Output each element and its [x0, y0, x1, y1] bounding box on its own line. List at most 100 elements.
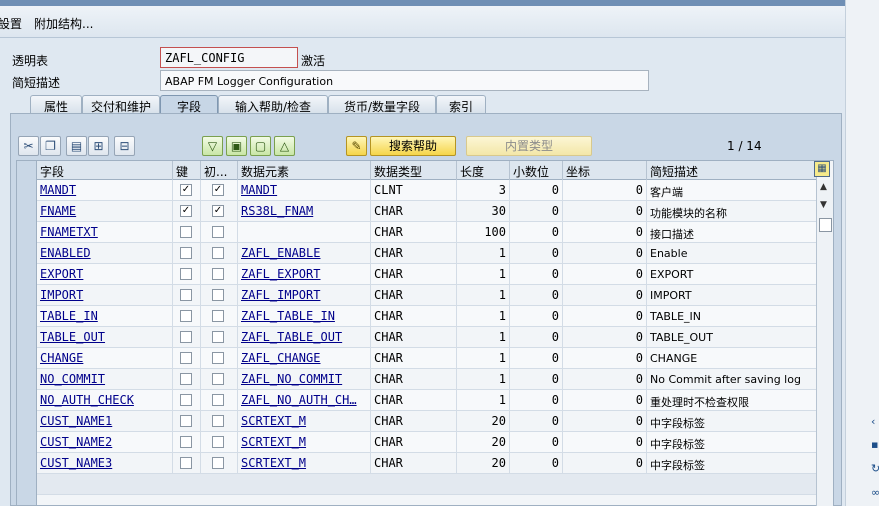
link-icon[interactable]: ∞	[871, 486, 879, 499]
tab-delivery[interactable]: 交付和维护	[82, 95, 160, 114]
field-name-cell[interactable]: CUST_NAME3	[37, 453, 173, 474]
initial-checkbox[interactable]	[212, 289, 224, 301]
data-element-cell[interactable]: ZAFL_CHANGE	[238, 348, 371, 369]
data-element-cell[interactable]: ZAFL_IMPORT	[238, 285, 371, 306]
short-desc-field[interactable]: ABAP FM Logger Configuration	[160, 70, 649, 91]
key-checkbox[interactable]	[180, 268, 192, 280]
field-name-cell[interactable]: FNAME	[37, 201, 173, 222]
key-checkbox[interactable]	[180, 226, 192, 238]
tab-attributes[interactable]: 属性	[30, 95, 82, 114]
select-all-icon[interactable]: ▣	[226, 136, 247, 156]
row-selector[interactable]	[17, 201, 37, 222]
grid-config-icon[interactable]: ▦	[814, 161, 830, 177]
key-checkbox[interactable]	[180, 331, 192, 343]
col-initial[interactable]: 初...	[201, 161, 238, 180]
tab-fields[interactable]: 字段	[160, 95, 218, 114]
key-checkbox[interactable]: ✓	[180, 205, 192, 217]
col-key[interactable]: 键	[173, 161, 201, 180]
initial-checkbox[interactable]	[212, 373, 224, 385]
row-selector[interactable]	[17, 243, 37, 264]
up-icon[interactable]: △	[274, 136, 295, 156]
field-name-cell[interactable]: FNAMETXT	[37, 222, 173, 243]
data-element-cell[interactable]: ZAFL_NO_COMMIT	[238, 369, 371, 390]
col-decimals[interactable]: 小数位	[510, 161, 563, 180]
initial-checkbox[interactable]: ✓	[212, 205, 224, 217]
data-element-cell[interactable]: SCRTEXT_M	[238, 453, 371, 474]
copy-icon[interactable]: ❐	[40, 136, 61, 156]
tab-indexes[interactable]: 索引	[436, 95, 486, 114]
row-selector[interactable]	[17, 264, 37, 285]
menu-settings[interactable]: 設置	[0, 15, 22, 32]
field-name-cell[interactable]: MANDT	[37, 180, 173, 201]
data-element-cell[interactable]	[238, 222, 371, 243]
col-data-type[interactable]: 数据类型	[371, 161, 457, 180]
scroll-up-icon[interactable]: ▲	[820, 182, 827, 192]
field-name-cell[interactable]: CUST_NAME1	[37, 411, 173, 432]
row-selector[interactable]	[17, 474, 37, 495]
key-checkbox[interactable]	[180, 436, 192, 448]
data-element-cell[interactable]: SCRTEXT_M	[238, 411, 371, 432]
initial-checkbox[interactable]	[212, 268, 224, 280]
data-element-cell[interactable]: SCRTEXT_M	[238, 432, 371, 453]
key-checkbox[interactable]	[180, 247, 192, 259]
row-selector[interactable]	[17, 222, 37, 243]
row-selector[interactable]	[17, 390, 37, 411]
search-help-button[interactable]: 搜索帮助	[370, 136, 456, 156]
scroll-thumb[interactable]	[819, 218, 832, 232]
row-selector[interactable]	[17, 285, 37, 306]
tab-currency[interactable]: 货币/数量字段	[328, 95, 436, 114]
data-element-cell[interactable]: ZAFL_EXPORT	[238, 264, 371, 285]
select-all-cell[interactable]	[17, 161, 37, 180]
paste-icon[interactable]: ▤	[66, 136, 87, 156]
key-checkbox[interactable]	[180, 415, 192, 427]
tool-icon[interactable]: ▪	[871, 438, 879, 451]
initial-checkbox[interactable]	[212, 226, 224, 238]
row-selector[interactable]	[17, 327, 37, 348]
refresh-icon[interactable]: ↻	[871, 462, 879, 475]
filter-icon[interactable]: ▽	[202, 136, 223, 156]
data-element-cell[interactable]: ZAFL_NO_AUTH_CH…	[238, 390, 371, 411]
table-name-field[interactable]: ZAFL_CONFIG	[160, 47, 298, 68]
insert-row-icon[interactable]: ⊞	[88, 136, 109, 156]
col-length[interactable]: 长度	[457, 161, 510, 180]
initial-checkbox[interactable]	[212, 247, 224, 259]
data-element-cell[interactable]: RS38L_FNAM	[238, 201, 371, 222]
row-selector[interactable]	[17, 348, 37, 369]
key-checkbox[interactable]	[180, 373, 192, 385]
deselect-all-icon[interactable]: ▢	[250, 136, 271, 156]
row-selector[interactable]	[17, 411, 37, 432]
initial-checkbox[interactable]	[212, 415, 224, 427]
row-selector[interactable]	[17, 495, 37, 505]
row-selector[interactable]	[17, 369, 37, 390]
menu-append-structure[interactable]: 附加结构...	[34, 15, 93, 32]
field-name-cell[interactable]: EXPORT	[37, 264, 173, 285]
col-data-element[interactable]: 数据元素	[238, 161, 371, 180]
col-short-desc[interactable]: 简短描述	[647, 161, 817, 180]
key-checkbox[interactable]	[180, 352, 192, 364]
initial-checkbox[interactable]	[212, 331, 224, 343]
key-checkbox[interactable]	[180, 457, 192, 469]
initial-checkbox[interactable]	[212, 394, 224, 406]
key-checkbox[interactable]	[180, 310, 192, 322]
key-checkbox[interactable]	[180, 394, 192, 406]
initial-checkbox[interactable]	[212, 310, 224, 322]
field-name-cell[interactable]: TABLE_OUT	[37, 327, 173, 348]
initial-checkbox[interactable]	[212, 436, 224, 448]
row-selector[interactable]	[17, 432, 37, 453]
key-checkbox[interactable]	[180, 289, 192, 301]
field-name-cell[interactable]: IMPORT	[37, 285, 173, 306]
initial-checkbox[interactable]	[212, 457, 224, 469]
data-element-cell[interactable]: ZAFL_ENABLE	[238, 243, 371, 264]
pencil-icon[interactable]: ✎	[346, 136, 367, 156]
key-checkbox[interactable]: ✓	[180, 184, 192, 196]
initial-checkbox[interactable]: ✓	[212, 184, 224, 196]
vertical-scrollbar[interactable]: ▲ ▼	[816, 180, 833, 506]
data-element-cell[interactable]: ZAFL_TABLE_IN	[238, 306, 371, 327]
field-name-cell[interactable]: NO_COMMIT	[37, 369, 173, 390]
delete-row-icon[interactable]: ⊟	[114, 136, 135, 156]
chevron-left-icon[interactable]: ‹	[871, 415, 879, 428]
cut-icon[interactable]: ✂	[18, 136, 39, 156]
col-coordinate[interactable]: 坐标	[563, 161, 647, 180]
data-element-cell[interactable]: MANDT	[238, 180, 371, 201]
field-name-cell[interactable]: CHANGE	[37, 348, 173, 369]
